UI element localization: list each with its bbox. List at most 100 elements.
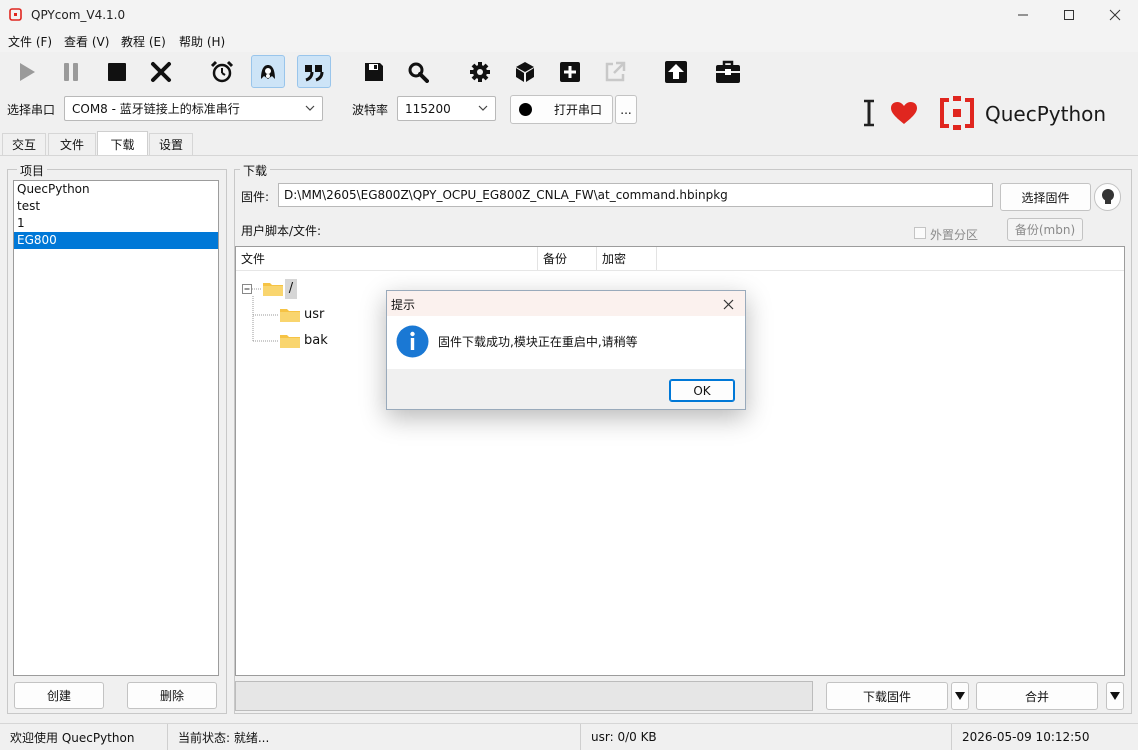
- column-header-backup[interactable]: 备份: [538, 247, 597, 270]
- lightbulb-icon: [1101, 189, 1114, 204]
- external-partition-label: 外置分区: [930, 228, 979, 242]
- project-list[interactable]: QuecPython test 1 EG800: [13, 180, 219, 676]
- tab-settings[interactable]: 设置: [149, 133, 193, 155]
- toolbox-icon: [716, 60, 740, 83]
- merge-label: 合并: [1024, 689, 1049, 704]
- maximize-icon: [1064, 10, 1074, 20]
- more-button[interactable]: ...: [615, 95, 637, 124]
- menu-tutorial[interactable]: 教程 (E): [121, 33, 166, 50]
- caret-down-icon: [1110, 692, 1120, 700]
- debug-button[interactable]: [251, 55, 285, 88]
- toolbox-button[interactable]: [711, 55, 745, 88]
- stop-button[interactable]: [100, 55, 134, 88]
- pause-icon: [64, 62, 78, 81]
- add-button[interactable]: [553, 55, 587, 88]
- dialog-title: 提示: [391, 298, 416, 312]
- download-firmware-button[interactable]: 下载固件: [826, 682, 948, 710]
- close-window-button[interactable]: [1092, 0, 1138, 30]
- save-button[interactable]: [357, 55, 391, 88]
- external-link-icon: [605, 61, 626, 81]
- close-icon: [1109, 9, 1121, 21]
- search-button[interactable]: [401, 55, 435, 88]
- status-datetime: 2026-05-09 10:12:50: [962, 730, 1090, 744]
- list-item[interactable]: QuecPython: [14, 181, 218, 198]
- merge-button[interactable]: 合并: [976, 682, 1098, 710]
- heart-icon[interactable]: [890, 101, 918, 125]
- package-button[interactable]: [508, 55, 542, 88]
- menu-view[interactable]: 查看 (V): [64, 33, 109, 50]
- open-port-label: 打开串口: [554, 103, 603, 117]
- merge-options-button[interactable]: [1106, 682, 1124, 710]
- play-icon: [20, 62, 35, 81]
- download-firmware-label: 下载固件: [862, 689, 911, 704]
- tab-label: 交互: [11, 138, 36, 152]
- alarm-clock-icon: [210, 60, 234, 82]
- pause-button[interactable]: [54, 55, 88, 88]
- quote-icon: [305, 64, 324, 81]
- backup-label: 备份(mbn): [1014, 223, 1076, 237]
- port-select[interactable]: COM8 - 蓝牙链接上的标准串行: [64, 96, 323, 121]
- download-options-button[interactable]: [951, 682, 969, 710]
- select-firmware-button[interactable]: 选择固件: [1000, 183, 1091, 211]
- run-button[interactable]: [10, 55, 44, 88]
- maximize-button[interactable]: [1046, 0, 1092, 30]
- tab-files[interactable]: 文件: [48, 133, 96, 155]
- chevron-down-icon: [305, 105, 315, 111]
- more-label: ...: [620, 102, 632, 117]
- folder-icon: [263, 283, 283, 296]
- dialog-footer: OK: [387, 369, 745, 409]
- brand-name: QuecPython: [985, 102, 1107, 126]
- column-header-encrypt[interactable]: 加密: [597, 247, 657, 270]
- close-icon: [723, 299, 733, 309]
- create-project-button[interactable]: 创建: [14, 682, 104, 709]
- list-item[interactable]: test: [14, 198, 218, 215]
- header-label: 文件: [241, 252, 266, 266]
- tab-download[interactable]: 下载: [97, 131, 148, 156]
- quecpython-logo-icon: [940, 96, 974, 130]
- baud-select[interactable]: 115200: [397, 96, 496, 121]
- select-firmware-label: 选择固件: [1021, 190, 1070, 205]
- dialog-message: 固件下载成功,模块正在重启中,请稍等: [438, 335, 638, 349]
- firmware-path-field[interactable]: D:\MM\2605\EG800Z\QPY_OCPU_EG800Z_CNLA_F…: [278, 183, 993, 207]
- header-divider: [236, 270, 1124, 271]
- tree-node-root[interactable]: /: [285, 279, 297, 299]
- bug-icon: [261, 64, 275, 79]
- port-label: 选择串口: [7, 103, 56, 117]
- ok-button[interactable]: OK: [669, 379, 735, 402]
- caret-down-icon: [955, 692, 965, 700]
- timer-button[interactable]: [205, 55, 239, 88]
- user-scripts-label: 用户脚本/文件:: [241, 224, 322, 238]
- create-label: 创建: [46, 689, 71, 703]
- menu-file[interactable]: 文件 (F): [8, 33, 52, 50]
- tree-node-bak[interactable]: bak: [304, 333, 328, 348]
- hint-button[interactable]: [1094, 183, 1121, 211]
- menu-help[interactable]: 帮助 (H): [179, 33, 225, 50]
- minimize-button[interactable]: [1000, 0, 1046, 30]
- tree-node-usr[interactable]: usr: [304, 307, 324, 322]
- dialog-close-button[interactable]: [717, 294, 739, 314]
- header-label: 备份: [543, 252, 568, 266]
- list-item[interactable]: 1: [14, 215, 218, 232]
- clear-icon: [151, 61, 171, 82]
- tab-interact[interactable]: 交互: [2, 133, 46, 155]
- open-port-button[interactable]: 打开串口: [510, 95, 613, 124]
- ok-label: OK: [693, 383, 711, 398]
- menu-bar: 文件 (F) 查看 (V) 教程 (E) 帮助 (H): [0, 30, 1138, 52]
- list-item-selected[interactable]: EG800: [14, 232, 218, 249]
- tab-label: 文件: [59, 138, 84, 152]
- upload-button[interactable]: [659, 55, 693, 88]
- title-bar: QPYcom_V4.1.0: [0, 0, 1138, 30]
- firmware-label: 固件:: [241, 190, 270, 204]
- quote-button[interactable]: [297, 55, 331, 88]
- status-welcome: 欢迎使用 QuecPython: [0, 724, 168, 750]
- settings-button[interactable]: [463, 55, 497, 88]
- clear-button[interactable]: [144, 55, 178, 88]
- column-header-file[interactable]: 文件: [236, 247, 538, 270]
- gear-icon: [470, 61, 490, 82]
- external-partition-checkbox[interactable]: [914, 227, 926, 239]
- external-link-button[interactable]: [598, 55, 632, 88]
- port-status-dot-icon: [519, 103, 532, 116]
- backup-button[interactable]: 备份(mbn): [1007, 218, 1083, 241]
- upload-icon: [665, 60, 687, 83]
- delete-project-button[interactable]: 删除: [127, 682, 217, 709]
